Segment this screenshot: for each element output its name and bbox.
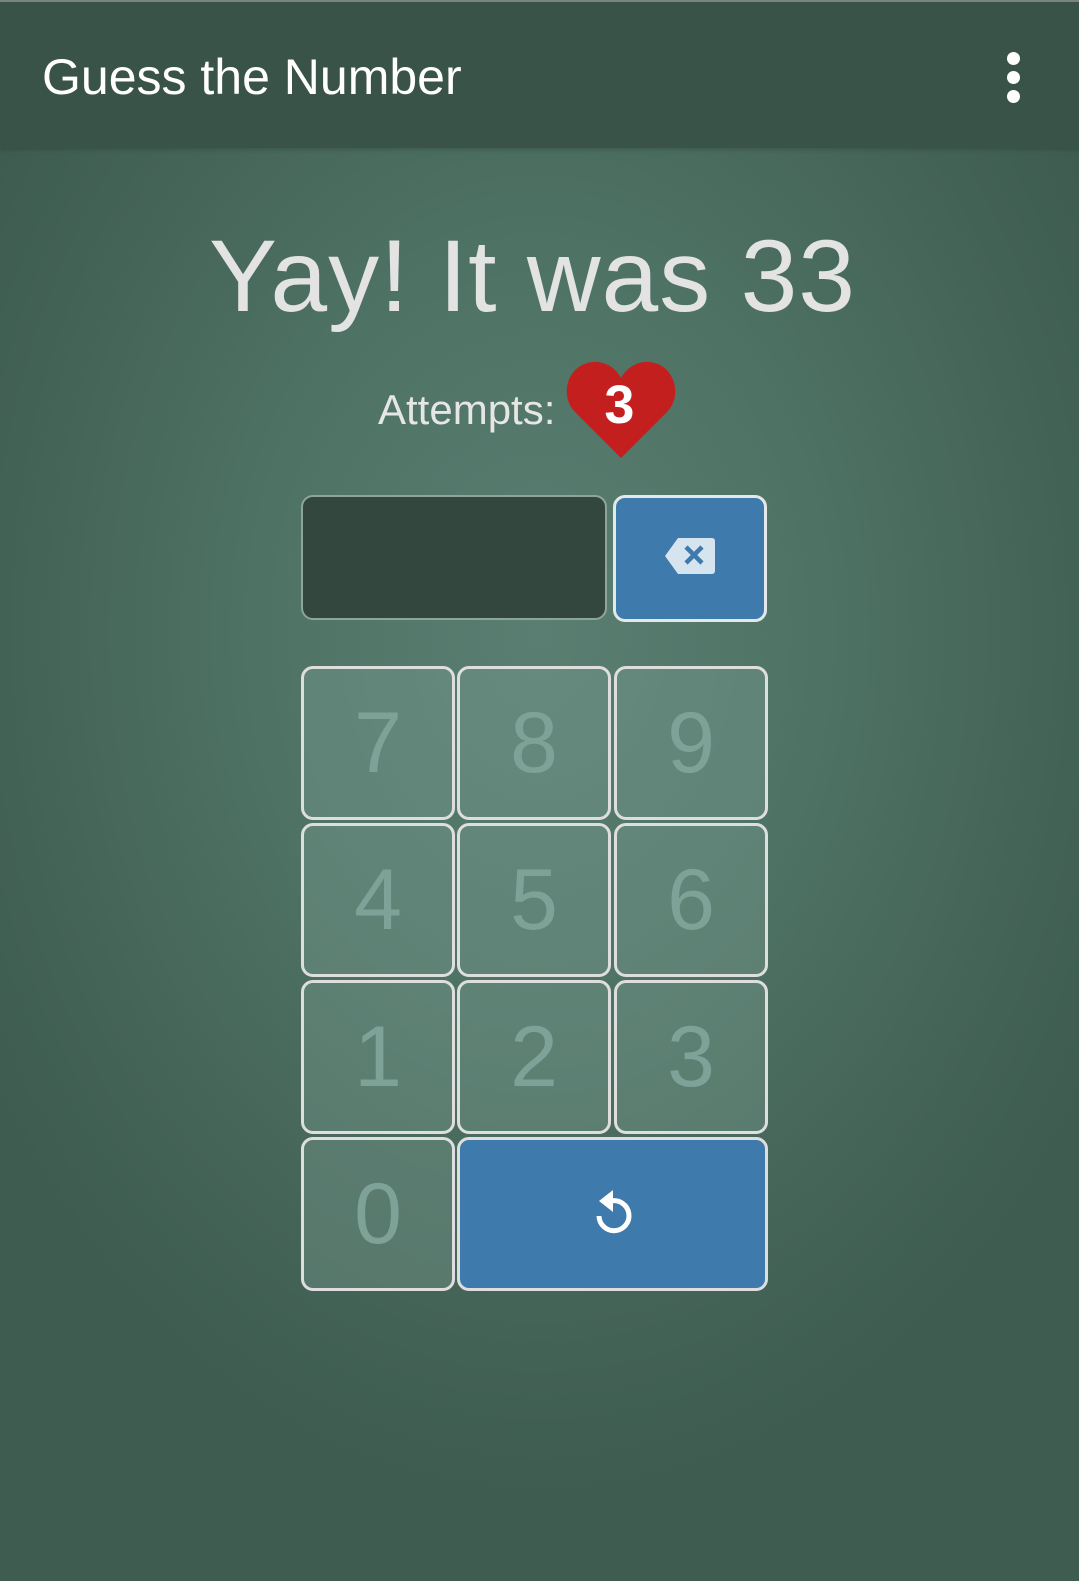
attempts-indicator: Attempts: 3 [378, 358, 677, 462]
app-title: Guess the Number [42, 49, 462, 105]
key-5[interactable]: 5 [457, 823, 611, 977]
key-9[interactable]: 9 [614, 666, 768, 820]
key-7[interactable]: 7 [301, 666, 455, 820]
key-4[interactable]: 4 [301, 823, 455, 977]
heart-icon: 3 [565, 358, 677, 462]
more-vert-icon [1006, 51, 1020, 103]
key-2[interactable]: 2 [457, 980, 611, 1134]
attempts-label: Attempts: [378, 386, 556, 433]
key-3[interactable]: 3 [614, 980, 768, 1134]
app-bar: Guess the Number [0, 2, 1079, 148]
key-0[interactable]: 0 [301, 1137, 455, 1291]
attempts-count: 3 [604, 375, 635, 435]
result-message: Yay! It was 33 [208, 219, 857, 333]
restart-button[interactable] [457, 1137, 768, 1291]
key-6[interactable]: 6 [614, 823, 768, 977]
key-8[interactable]: 8 [457, 666, 611, 820]
backspace-button[interactable] [613, 495, 767, 622]
key-1[interactable]: 1 [301, 980, 455, 1134]
restart-icon [589, 1186, 637, 1243]
backspace-icon [664, 536, 716, 581]
overflow-menu-button[interactable] [990, 42, 1036, 112]
guess-display [301, 495, 607, 620]
